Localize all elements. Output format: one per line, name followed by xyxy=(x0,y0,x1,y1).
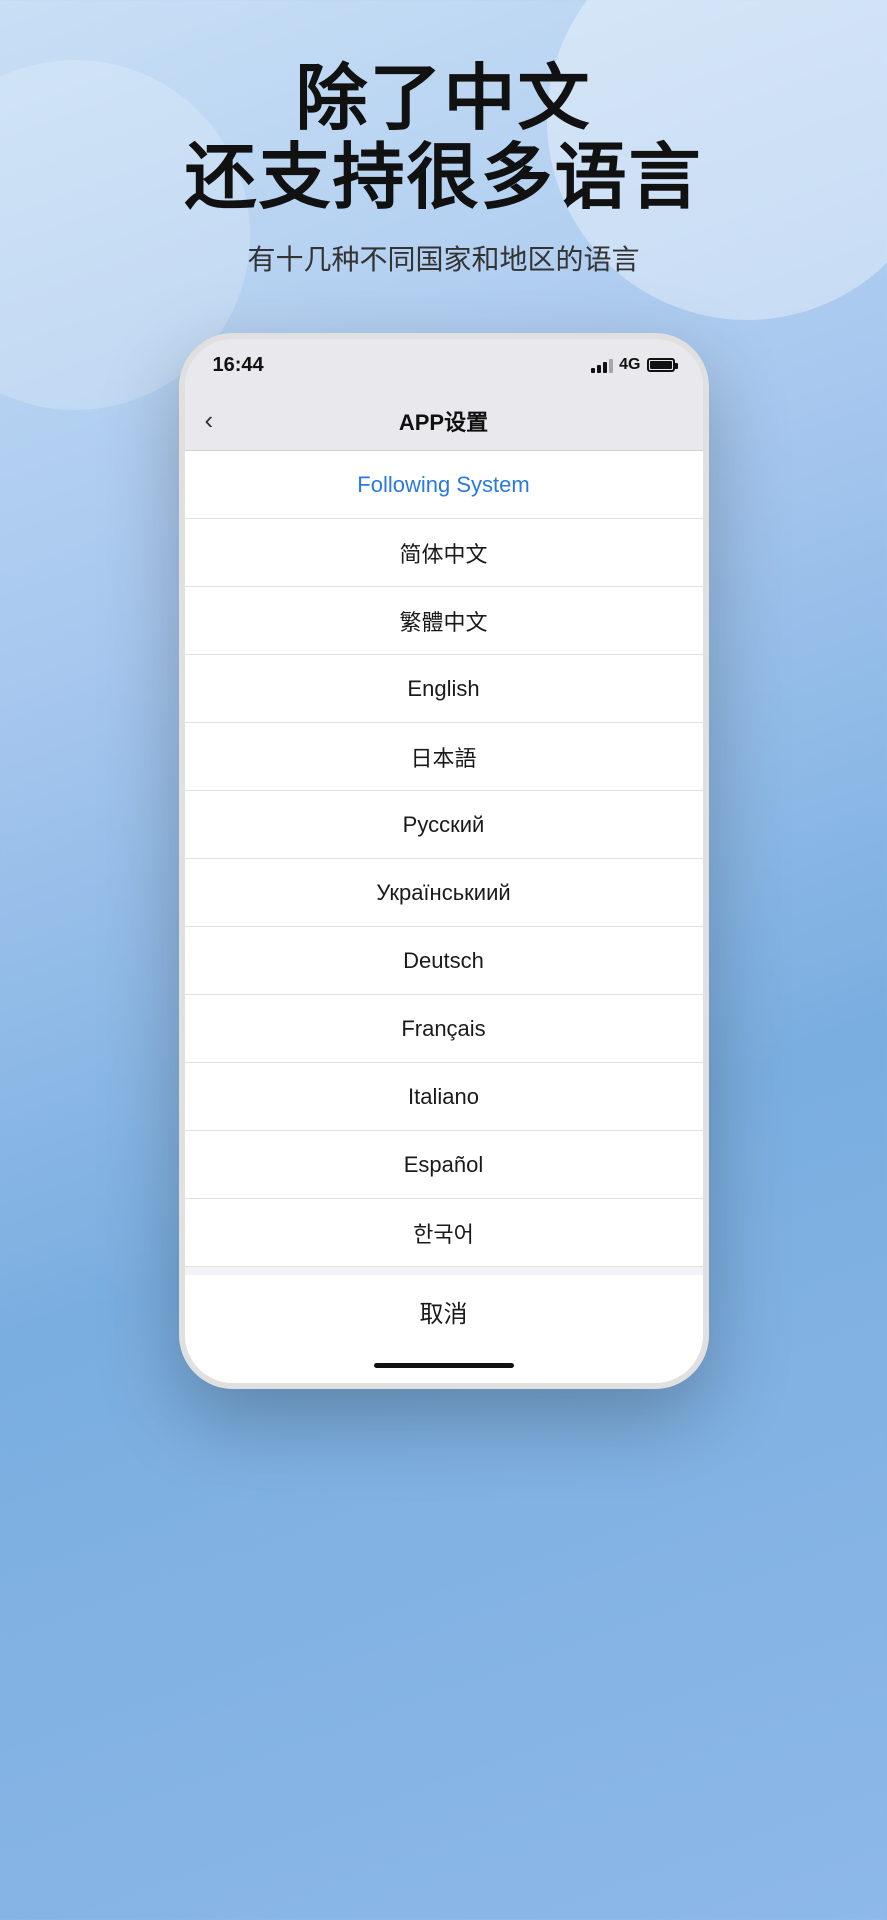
language-list-item[interactable]: Italiano xyxy=(185,1063,703,1131)
language-list-item[interactable]: 繁體中文 xyxy=(185,587,703,655)
back-button[interactable]: ‹ xyxy=(205,405,214,436)
language-item-label: 한국어 xyxy=(413,1217,474,1249)
language-item-label: Українськиий xyxy=(376,880,510,906)
language-list-item[interactable]: 日本語 xyxy=(185,723,703,791)
language-item-label: 日本語 xyxy=(410,741,476,773)
language-list-item[interactable]: 한국어 xyxy=(185,1199,703,1267)
home-indicator xyxy=(185,1347,703,1383)
status-icons: 4G xyxy=(591,356,674,374)
language-list-section: Following System 简体中文繁體中文 English 日本語 Русски… xyxy=(185,451,703,1267)
home-bar xyxy=(374,1363,514,1368)
language-item-label: Français xyxy=(401,1016,485,1042)
language-item-label: Español xyxy=(404,1152,484,1178)
language-list-item[interactable]: Deutsch xyxy=(185,927,703,995)
language-list-item[interactable]: 简体中文 xyxy=(185,519,703,587)
nav-bar: ‹ APP设置 xyxy=(185,391,703,451)
language-list-item[interactable]: Français xyxy=(185,995,703,1063)
language-item-label: Русский xyxy=(403,812,485,838)
language-list-item[interactable]: Following System xyxy=(185,451,703,519)
main-title: 除了中文 还支持很多语言 xyxy=(184,60,702,218)
language-list-item[interactable]: English xyxy=(185,655,703,723)
phone-mockup: 16:44 4G ‹ APP设置 Following System 简体中文繁體中… xyxy=(179,333,709,1389)
status-bar: 16:44 4G xyxy=(185,339,703,391)
language-list: Following System 简体中文繁體中文 English 日本語 Русски… xyxy=(185,451,703,1267)
language-item-label: 简体中文 xyxy=(399,537,487,569)
language-item-label: Italiano xyxy=(408,1084,479,1110)
language-item-label: Following System xyxy=(357,472,529,498)
language-item-label: English xyxy=(407,676,479,702)
cancel-label: 取消 xyxy=(420,1294,468,1329)
language-list-item[interactable]: Українськиий xyxy=(185,859,703,927)
nav-title: APP设置 xyxy=(399,405,488,437)
cancel-button[interactable]: 取消 xyxy=(185,1267,703,1347)
status-time: 16:44 xyxy=(213,354,264,377)
signal-icon xyxy=(591,357,613,373)
language-list-item[interactable]: Русский xyxy=(185,791,703,859)
language-list-item[interactable]: Español xyxy=(185,1131,703,1199)
battery-icon xyxy=(647,358,675,372)
language-item-label: Deutsch xyxy=(403,948,484,974)
header-section: 除了中文 还支持很多语言 有十几种不同国家和地区的语言 xyxy=(184,60,702,278)
network-label: 4G xyxy=(619,356,640,374)
sub-title: 有十几种不同国家和地区的语言 xyxy=(184,238,702,278)
language-item-label: 繁體中文 xyxy=(399,605,487,637)
